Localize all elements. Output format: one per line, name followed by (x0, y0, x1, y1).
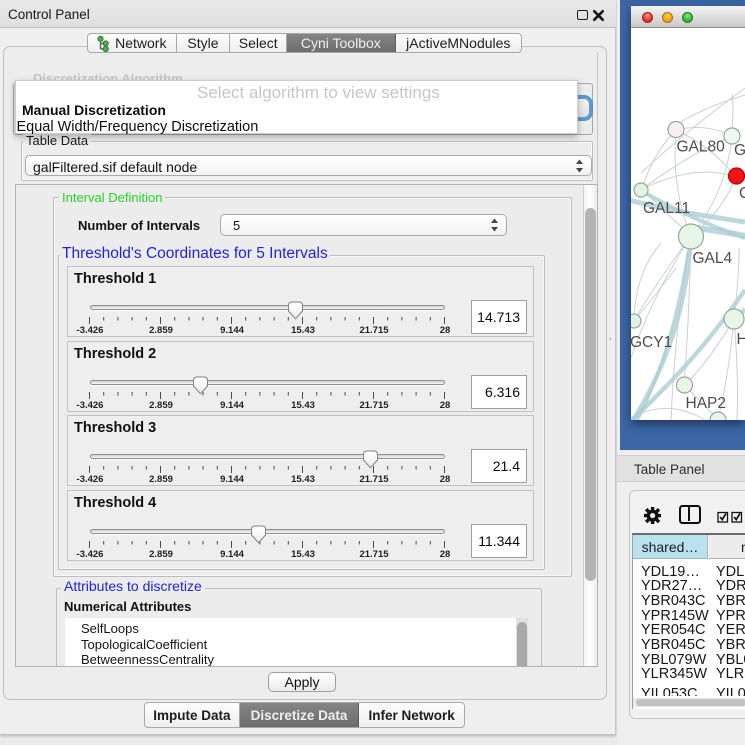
svg-text:C: C (739, 185, 745, 202)
svg-text:HAP2: HAP2 (686, 395, 727, 412)
svg-text:GAL11: GAL11 (643, 200, 690, 217)
svg-text:HI: HI (737, 331, 745, 348)
svg-text:GAL80: GAL80 (677, 139, 726, 156)
svg-text:GCY1: GCY1 (631, 334, 672, 351)
svg-text:GAL4: GAL4 (693, 250, 733, 267)
svg-text:GA: GA (734, 142, 745, 159)
